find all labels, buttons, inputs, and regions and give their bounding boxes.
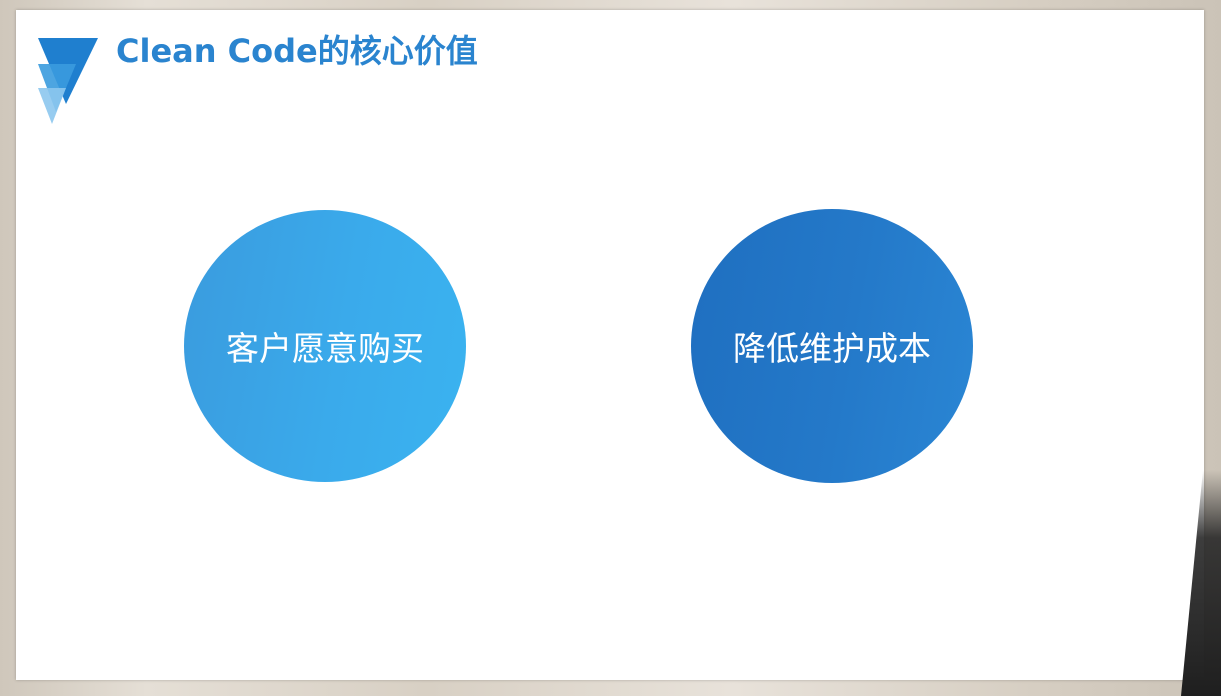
slide-title: Clean Code的核心价值 [116, 32, 478, 70]
circle-label: 客户愿意购买 [226, 329, 424, 368]
circle-label: 降低维护成本 [733, 329, 931, 368]
circle-customer-willing-to-buy: 客户愿意购买 [184, 210, 466, 482]
circle-reduce-maintenance-cost: 降低维护成本 [691, 209, 973, 483]
blue-triangle-logo-icon [38, 38, 98, 124]
presentation-frame: Clean Code的核心价值 客户愿意购买 降低维护成本 [0, 0, 1221, 696]
slide-canvas: Clean Code的核心价值 客户愿意购买 降低维护成本 [16, 10, 1204, 680]
